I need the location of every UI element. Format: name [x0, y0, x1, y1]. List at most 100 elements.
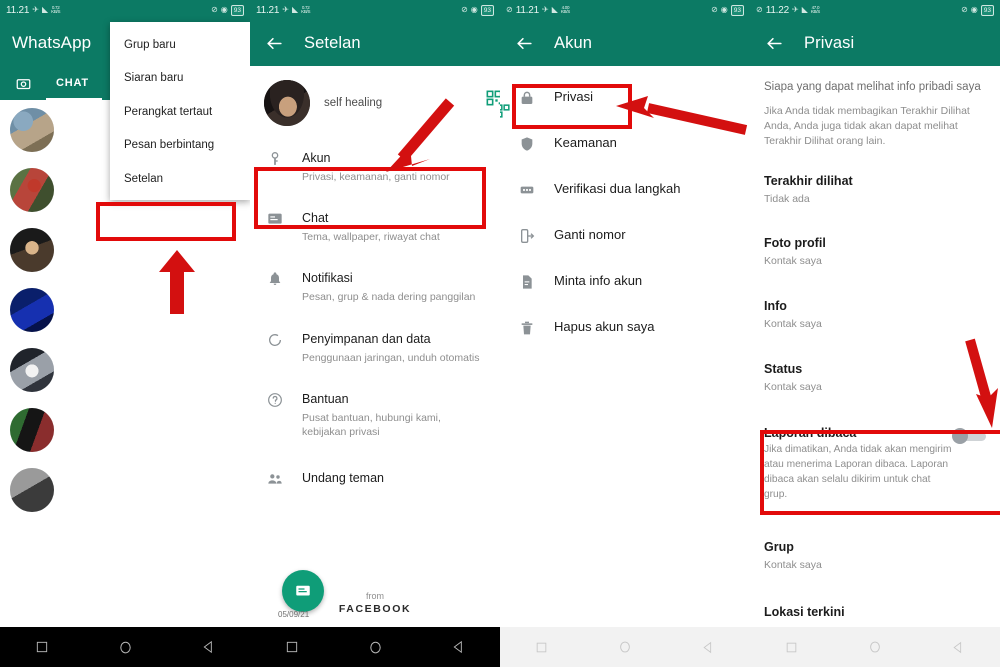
avatar[interactable] [10, 108, 54, 152]
akun-item-minta-info[interactable]: Minta info akun [500, 258, 750, 304]
airplane-icon: ✈ [282, 5, 289, 14]
mute-icon: ⊘ [461, 5, 468, 14]
menu-item-grup-baru[interactable]: Grup baru [110, 28, 250, 62]
square-recents-icon[interactable] [785, 641, 798, 654]
panel-whatsapp-home: 11.21 ✈ ◣ 0.72 KB/S ⊘ ◉ 93 WhatsApp CHAT… [0, 0, 250, 667]
row-value: Kontak saya [764, 380, 822, 393]
list-item[interactable] [0, 400, 250, 460]
facebook-footer: from FACEBOOK [250, 591, 500, 615]
menu-item-pesan-berbintang[interactable]: Pesan berbintang [110, 129, 250, 163]
circle-home-icon[interactable] [118, 640, 133, 655]
back-arrow-icon[interactable] [512, 31, 536, 55]
android-nav-bar[interactable] [750, 627, 1000, 667]
avatar[interactable] [10, 168, 54, 212]
triangle-back-icon[interactable] [702, 641, 715, 654]
page-title: Akun [554, 33, 593, 52]
row-value: Tidak ada [764, 192, 810, 205]
avatar[interactable] [10, 348, 54, 392]
settings-item-undang-teman[interactable]: Undang teman [250, 451, 500, 499]
settings-item-penyimpanan[interactable]: Penyimpanan dan data Penggunaan jaringan… [250, 317, 500, 377]
qr-code-icon[interactable] [500, 104, 510, 118]
list-item[interactable] [0, 280, 250, 340]
appbar-setelan: Setelan [250, 20, 500, 66]
storage-icon [264, 330, 286, 348]
people-icon [264, 469, 286, 487]
tab-chat[interactable]: CHAT [46, 66, 99, 100]
triangle-back-icon[interactable] [952, 641, 965, 654]
privacy-section-header: Siapa yang dapat melihat info pribadi sa… [750, 66, 1000, 154]
back-arrow-icon[interactable] [262, 31, 286, 55]
square-recents-icon[interactable] [535, 641, 548, 654]
privacy-row-foto-profil[interactable]: Foto profil Kontak saya [750, 218, 1000, 281]
triangle-back-icon[interactable] [202, 640, 216, 654]
battery-indicator: 93 [230, 4, 244, 16]
panel-akun: ⊘ 11.21 ✈ ◣ 4.00 KB/S ⊘ ◉ 93 Akun Privas… [500, 0, 750, 667]
mute-icon: ⊘ [756, 5, 763, 14]
list-item[interactable] [0, 340, 250, 400]
avatar[interactable] [10, 408, 54, 452]
avatar[interactable] [10, 468, 54, 512]
menu-item-perangkat-tertaut[interactable]: Perangkat tertaut [110, 95, 250, 129]
network-rate: 4.00 KB/S [560, 4, 570, 14]
wifi-icon: ◣ [551, 5, 558, 14]
screenshot-collage: 11.21 ✈ ◣ 0.72 KB/S ⊘ ◉ 93 WhatsApp CHAT… [0, 0, 1000, 667]
android-nav-bar[interactable] [250, 627, 500, 667]
tab-active-indicator [46, 97, 102, 100]
list-item[interactable] [0, 460, 250, 520]
akun-item-hapus-akun[interactable]: Hapus akun saya [500, 304, 750, 350]
menu-item-setelan[interactable]: Setelan [110, 163, 250, 197]
akun-item-ganti-nomor[interactable]: Ganti nomor [500, 212, 750, 258]
settings-item-title: Akun [302, 151, 331, 165]
privacy-row-grup[interactable]: Grup Kontak saya [750, 514, 1000, 585]
annotation-arrow-up [159, 250, 195, 314]
back-arrow-icon[interactable] [762, 31, 786, 55]
mute-icon: ⊘ [506, 5, 513, 14]
page-title: WhatsApp [12, 33, 92, 52]
status-time: 11.21 [256, 4, 280, 16]
square-recents-icon[interactable] [35, 640, 49, 654]
settings-item-bantuan[interactable]: Bantuan Pusat bantuan, hubungi kami, keb… [250, 377, 500, 451]
camera-icon[interactable] [0, 76, 46, 91]
triangle-back-icon[interactable] [452, 640, 466, 654]
akun-item-verifikasi[interactable]: Verifikasi dua langkah [500, 166, 750, 212]
annotation-arrow-to-privasi [616, 96, 748, 135]
avatar[interactable] [10, 228, 54, 272]
akun-item-title: Verifikasi dua langkah [554, 181, 681, 196]
status-time: 11.21 [515, 4, 539, 16]
section-note: Jika Anda tidak membagikan Terakhir Dili… [764, 104, 970, 148]
android-nav-bar[interactable] [0, 627, 250, 667]
row-value: Kontak saya [764, 255, 822, 268]
wifi-icon: ◣ [801, 5, 808, 14]
status-time: 11.22 [765, 4, 789, 16]
circle-home-icon[interactable] [618, 640, 632, 654]
qr-code-icon[interactable] [486, 90, 500, 106]
battery-indicator: 93 [480, 4, 494, 16]
privacy-row-info[interactable]: Info Kontak saya [750, 281, 1000, 344]
settings-item-subtitle: Penggunaan jaringan, unduh otomatis [302, 351, 480, 364]
settings-item-notifikasi[interactable]: Notifikasi Pesan, grup & nada dering pan… [250, 256, 500, 316]
android-nav-bar[interactable] [500, 627, 750, 667]
circle-home-icon[interactable] [868, 640, 882, 654]
settings-item-title: Penyimpanan dan data [302, 331, 431, 346]
circle-home-icon[interactable] [368, 640, 383, 655]
highlight-box-setelan [96, 202, 236, 241]
avatar[interactable] [264, 80, 310, 126]
privacy-row-lokasi-terkini[interactable]: Lokasi terkini [750, 585, 1000, 631]
overflow-menu[interactable]: Grup baru Siaran baru Perangkat tertaut … [110, 22, 250, 201]
avatar[interactable] [10, 288, 54, 332]
square-recents-icon[interactable] [285, 640, 299, 654]
row-title: Status [764, 361, 803, 376]
panel-setelan: 11.21 ✈ ◣ 0.72 KB/S ⊘ ◉ 93 Setelan self … [250, 0, 500, 667]
network-rate: 0.72 KB/S [301, 4, 311, 14]
footer-from-label: from [366, 591, 384, 601]
alarm-icon: ◉ [220, 5, 228, 14]
menu-item-siaran-baru[interactable]: Siaran baru [110, 62, 250, 96]
status-bar-panel3: ⊘ 11.21 ✈ ◣ 4.00 KB/S ⊘ ◉ 93 [500, 0, 750, 20]
network-rate: 0.72 KB/S [51, 4, 61, 14]
bell-icon [264, 269, 286, 287]
status-bar-panel4: ⊘ 11.22 ✈ ◣ 47.0 KB/S ⊘ ◉ 93 [750, 0, 1000, 20]
battery-indicator: 93 [730, 4, 744, 16]
privacy-row-terakhir-dilihat[interactable]: Terakhir dilihat Tidak ada [750, 154, 1000, 219]
row-value: Kontak saya [764, 317, 822, 330]
appbar-privasi: Privasi [750, 20, 1000, 66]
